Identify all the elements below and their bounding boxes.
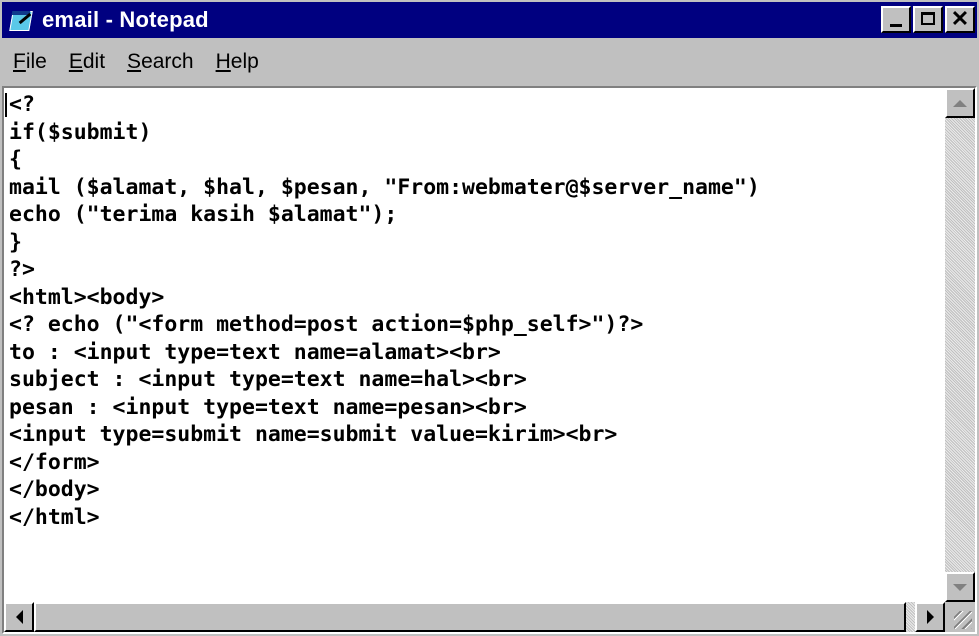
minimize-icon[interactable] — [881, 6, 911, 33]
arrow-down-icon — [953, 583, 967, 591]
window-title: email - Notepad — [42, 7, 209, 32]
notepad-window: email - Notepad ✕ File Edit Search Help … — [0, 0, 979, 636]
menu-file-accel: F — [13, 50, 26, 73]
code-line: </html> — [9, 504, 100, 530]
menu-help-accel: H — [215, 50, 231, 73]
text-editor[interactable]: <? if($submit){mail ($alamat, $hal, $pesa… — [2, 86, 977, 634]
scroll-left-button[interactable] — [4, 602, 34, 632]
scroll-up-button[interactable] — [945, 88, 975, 118]
vertical-scrollbar[interactable] — [945, 88, 975, 602]
editor-text[interactable]: <? if($submit){mail ($alamat, $hal, $pesa… — [9, 91, 941, 602]
code-line: <? — [9, 92, 35, 117]
code-line: pesan : <input type=text name=pesan><br> — [9, 394, 527, 420]
code-line: <? echo ("<form method=post action=$php_… — [9, 312, 644, 337]
maximize-icon[interactable] — [913, 6, 943, 33]
horizontal-scroll-thumb[interactable] — [34, 602, 906, 632]
menu-help-label: elp — [230, 50, 259, 73]
arrow-left-icon — [15, 610, 23, 624]
notepad-icon[interactable] — [8, 8, 34, 32]
scroll-down-button[interactable] — [945, 572, 975, 602]
title-bar[interactable]: email - Notepad ✕ — [2, 2, 977, 38]
close-icon[interactable]: ✕ — [945, 6, 975, 33]
window-controls: ✕ — [879, 6, 975, 33]
arrow-right-icon — [926, 610, 934, 624]
menu-search-label: earch — [141, 50, 194, 73]
menu-search[interactable]: Search — [116, 50, 205, 74]
text-caret — [5, 93, 7, 117]
scroll-right-button[interactable] — [915, 602, 945, 632]
code-line: subject : <input type=text name=hal><br> — [9, 367, 527, 392]
horizontal-scrollbar[interactable] — [4, 602, 945, 632]
menu-help[interactable]: Help — [205, 50, 270, 74]
arrow-up-icon — [953, 99, 967, 107]
menu-file[interactable]: File — [2, 50, 58, 74]
code-line: } — [9, 229, 22, 255]
code-line: </body> — [9, 477, 100, 502]
code-line: </form> — [9, 449, 100, 475]
menu-bar: File Edit Search Help — [2, 44, 270, 80]
menu-edit-accel: E — [68, 50, 83, 73]
code-line: <input type=submit name=submit value=kir… — [9, 422, 618, 447]
code-line: ?> — [9, 257, 35, 282]
menu-search-accel: S — [127, 50, 142, 73]
menu-edit[interactable]: Edit — [58, 50, 116, 74]
menu-file-label: ile — [25, 50, 47, 73]
code-line: { — [9, 147, 22, 172]
menu-edit-label: dit — [82, 50, 106, 73]
resize-grip[interactable] — [945, 602, 975, 632]
code-line: <html><body> — [9, 284, 165, 310]
code-line: to : <input type=text name=alamat><br> — [9, 339, 501, 365]
code-line: echo ("terima kasih $alamat"); — [9, 202, 398, 227]
code-line: mail ($alamat, $hal, $pesan, "From:webma… — [9, 174, 760, 200]
code-line: if($submit) — [9, 119, 152, 145]
